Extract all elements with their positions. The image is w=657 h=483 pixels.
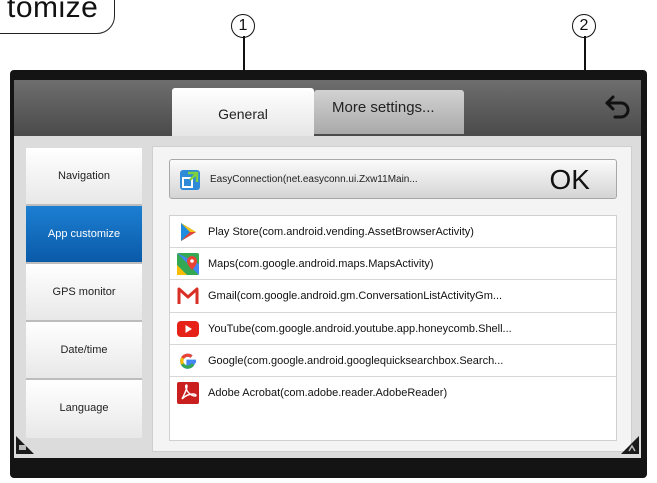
callout-label-text: tomize <box>7 0 99 24</box>
sidebar-item-date-time[interactable]: Date/time <box>26 322 142 380</box>
youtube-icon <box>177 320 199 337</box>
tab-general[interactable]: General <box>172 88 314 136</box>
list-item[interactable]: Adobe Acrobat(com.adobe.reader.AdobeRead… <box>170 377 616 409</box>
app-label: Google(com.google.android.googlequicksea… <box>208 354 504 367</box>
tab-more-settings[interactable]: More settings... <box>314 90 464 134</box>
acrobat-icon <box>177 381 199 404</box>
list-item[interactable]: YouTube(com.google.android.youtube.app.h… <box>170 313 616 345</box>
app-label: YouTube(com.google.android.youtube.app.h… <box>208 322 512 335</box>
app-label: Maps(com.google.android.maps.MapsActivit… <box>208 258 434 271</box>
settings-body: Navigation App customize GPS monitor Dat… <box>14 136 641 458</box>
app-list: Play Store(com.android.vending.AssetBrow… <box>169 215 617 441</box>
callout-label: tomize <box>0 0 115 34</box>
easyconnection-icon <box>180 170 200 190</box>
app-label: Play Store(com.android.vending.AssetBrow… <box>208 226 474 238</box>
sidebar-item-language[interactable]: Language <box>26 380 142 438</box>
app-customize-panel: EasyConnection(net.easyconn.ui.Zxw11Main… <box>152 146 632 452</box>
annotation-1-number: 1 <box>231 14 255 38</box>
app-label: Adobe Acrobat(com.adobe.reader.AdobeRead… <box>208 386 448 399</box>
app-label: Gmail(com.google.android.gm.Conversation… <box>208 290 503 303</box>
sidebar: Navigation App customize GPS monitor Dat… <box>26 148 142 448</box>
sidebar-item-navigation[interactable]: Navigation <box>26 148 142 206</box>
sidebar-item-app-customize[interactable]: App customize <box>26 206 142 264</box>
annotation-2-number: 2 <box>572 14 596 38</box>
play-store-icon <box>181 223 196 241</box>
gmail-icon <box>177 287 199 305</box>
list-item[interactable]: Play Store(com.android.vending.AssetBrow… <box>170 216 616 249</box>
back-icon[interactable] <box>601 88 635 122</box>
selected-app-label: EasyConnection(net.easyconn.ui.Zxw11Main… <box>210 174 418 185</box>
top-bar: General More settings... <box>14 80 641 136</box>
google-icon <box>180 353 196 369</box>
annotation-2: 2 <box>572 10 596 38</box>
annotation-1: 1 <box>231 10 255 38</box>
list-item[interactable]: Google(com.google.android.googlequicksea… <box>170 345 616 377</box>
corner-left-icon <box>16 436 34 454</box>
sidebar-item-gps-monitor[interactable]: GPS monitor <box>26 264 142 322</box>
selected-app-bar[interactable]: EasyConnection(net.easyconn.ui.Zxw11Main… <box>169 159 617 199</box>
corner-right-icon <box>621 436 639 454</box>
ok-button[interactable]: OK <box>550 160 590 200</box>
list-item[interactable]: Maps(com.google.android.maps.MapsActivit… <box>170 248 616 281</box>
list-item[interactable]: Gmail(com.google.android.gm.Conversation… <box>170 280 616 313</box>
screen: General More settings... Navigation App … <box>14 80 641 458</box>
maps-icon <box>177 253 199 276</box>
